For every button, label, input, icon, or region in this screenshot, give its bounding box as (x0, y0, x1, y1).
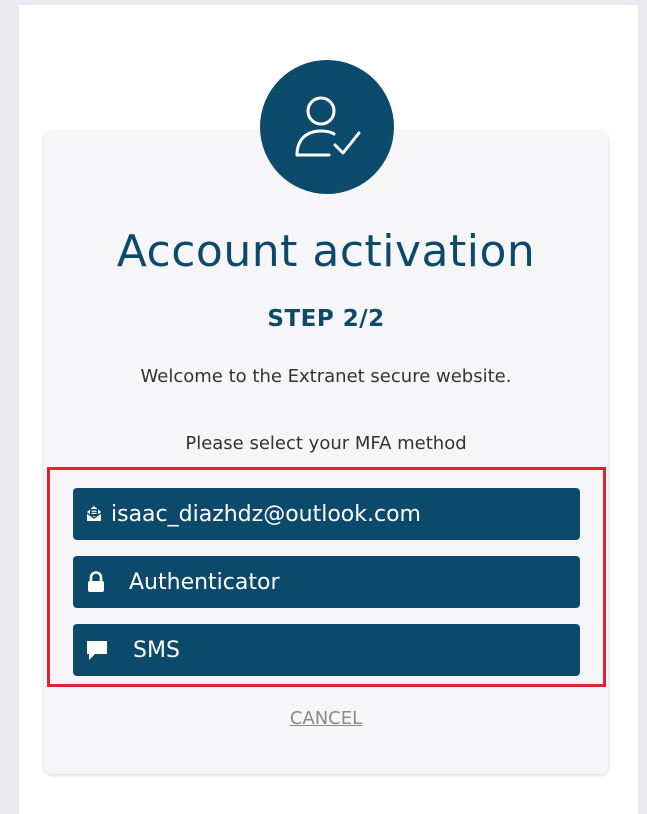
cancel-link[interactable]: CANCEL (44, 708, 608, 729)
user-check-icon (295, 96, 361, 157)
lock-icon (85, 571, 107, 593)
mfa-sms-label: SMS (133, 637, 180, 663)
mfa-sms-button[interactable]: SMS (73, 624, 580, 676)
step-indicator: STEP 2/2 (267, 306, 385, 332)
mfa-email-label: isaac_diazhdz@outlook.com (111, 501, 421, 527)
mfa-authenticator-button[interactable]: Authenticator (73, 556, 580, 608)
email-envelope-icon (83, 504, 105, 524)
welcome-text: Welcome to the Extranet secure website. (140, 366, 512, 387)
chat-bubble-icon (85, 639, 109, 661)
mfa-authenticator-label: Authenticator (129, 569, 280, 595)
user-check-avatar (260, 60, 394, 194)
page-title: Account activation (116, 226, 536, 277)
mfa-prompt: Please select your MFA method (185, 433, 467, 454)
mfa-email-button[interactable]: isaac_diazhdz@outlook.com (73, 488, 580, 540)
